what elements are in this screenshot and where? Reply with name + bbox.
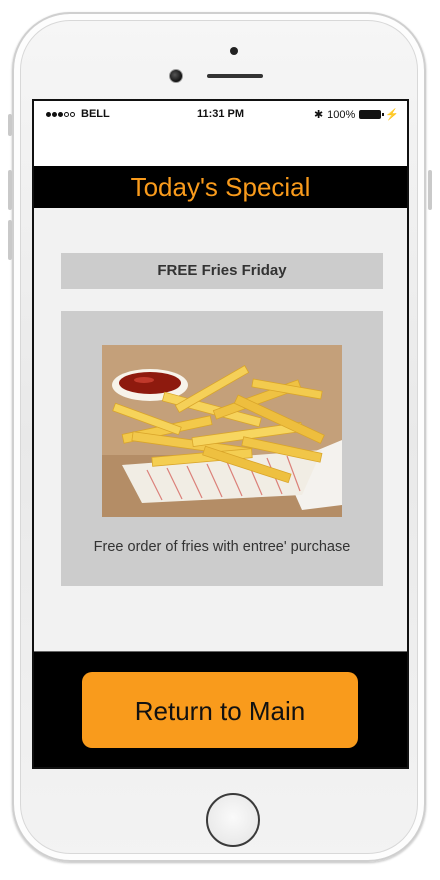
promo-description: Free order of fries with entree' purchas… xyxy=(93,539,351,555)
promo-card: Free order of fries with entree' purchas… xyxy=(61,311,383,586)
home-button[interactable] xyxy=(206,793,260,847)
bluetooth-icon: ✱ xyxy=(313,109,324,121)
return-to-main-button[interactable]: Return to Main xyxy=(82,672,358,748)
top-spacer xyxy=(34,125,407,166)
page-title: Today's Special xyxy=(34,166,407,208)
volume-down-button xyxy=(8,220,12,260)
battery-icon xyxy=(359,110,385,119)
footer-bar: Return to Main xyxy=(34,651,407,767)
front-camera xyxy=(169,69,183,83)
promo-title: FREE Fries Friday xyxy=(61,253,383,289)
battery-percent: 100% xyxy=(327,108,356,121)
fries-with-ketchup-photo xyxy=(102,345,342,517)
volume-up-button xyxy=(8,170,12,210)
mute-switch xyxy=(8,114,12,136)
fries-illustration xyxy=(102,345,342,517)
app-screen: BELL 11:31 PM ✱ 100% ⚡ Today's Special F… xyxy=(32,99,409,769)
proximity-sensor xyxy=(230,47,238,55)
status-bar: BELL 11:31 PM ✱ 100% ⚡ xyxy=(34,101,407,125)
power-button xyxy=(428,170,432,210)
charging-bolt-icon: ⚡ xyxy=(385,109,399,121)
earpiece-speaker xyxy=(207,74,263,78)
status-right: ✱ 100% ⚡ xyxy=(313,108,399,122)
